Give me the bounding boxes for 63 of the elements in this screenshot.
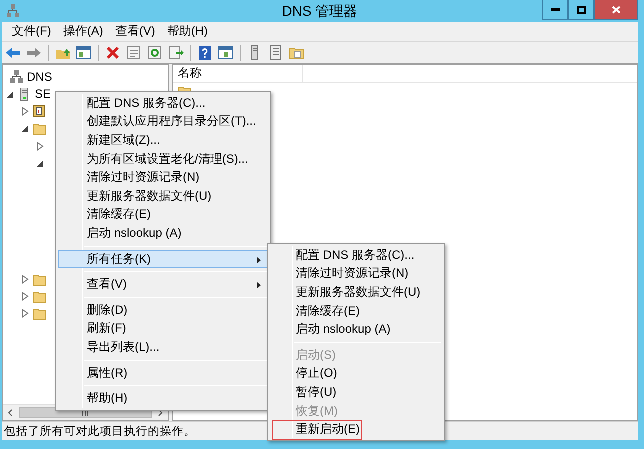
expanded-arrow-icon[interactable] <box>21 124 30 134</box>
collapsed-arrow-icon[interactable] <box>21 292 30 301</box>
window-icon[interactable] <box>218 44 234 60</box>
menu-item[interactable]: 刷新(F) <box>58 320 268 338</box>
menu-item[interactable]: 更新服务器数据文件(U) <box>270 283 442 302</box>
menu-item[interactable]: 帮助(H) <box>58 389 268 408</box>
menu-item[interactable]: 删除(D) <box>58 300 268 320</box>
menu-item[interactable]: 为所有区域设置老化/清理(S)... <box>58 150 268 168</box>
maximize-button[interactable] <box>568 0 594 20</box>
menu-item[interactable]: 启动 nslookup (A) <box>270 320 442 339</box>
menu-item[interactable]: 配置 DNS 服务器(C)... <box>270 246 442 265</box>
export-icon[interactable] <box>168 44 184 60</box>
collapsed-arrow-icon[interactable] <box>21 106 30 116</box>
close-icon <box>612 6 620 14</box>
menu-item[interactable]: 新建区域(Z)... <box>58 131 268 150</box>
server-icon <box>18 88 31 101</box>
menu-item[interactable]: 属性(R) <box>58 364 268 382</box>
folder-icon <box>33 307 46 320</box>
menu-item[interactable]: 停止(O) <box>270 364 442 384</box>
tree-item[interactable]: DNS <box>27 70 52 84</box>
log-icon <box>33 104 46 118</box>
folder-icon <box>33 290 46 303</box>
menu-item[interactable]: 清除过时资源记录(N) <box>58 168 268 187</box>
menu-item[interactable]: 更新服务器数据文件(U) <box>58 186 268 206</box>
collapsed-arrow-icon[interactable] <box>21 274 30 284</box>
menu-item[interactable]: 所有任务(K) <box>58 250 268 268</box>
menu-item[interactable]: 导出列表(L)... <box>58 338 268 357</box>
collapsed-arrow-icon[interactable] <box>21 309 30 318</box>
list-icon[interactable] <box>268 44 284 60</box>
menu-item[interactable]: 重新启动(E) <box>270 420 442 439</box>
minimize-button[interactable] <box>542 0 568 20</box>
close-button[interactable] <box>594 0 638 20</box>
refresh-icon[interactable] <box>147 44 163 60</box>
collapsed-arrow-icon[interactable] <box>36 142 45 151</box>
properties-icon[interactable] <box>126 44 142 60</box>
menu-item[interactable]: 清除过时资源记录(N) <box>270 264 442 284</box>
expanded-arrow-icon[interactable] <box>6 90 15 99</box>
status-text: 包括了所有可对此项目执行的操作。 <box>4 424 196 438</box>
menu-item[interactable]: 操作(A) <box>57 23 110 40</box>
menu-item[interactable]: 查看(V) <box>58 275 268 294</box>
console-tree-icon[interactable] <box>76 44 92 60</box>
menu-item[interactable]: 帮助(H) <box>161 23 214 40</box>
menu-item[interactable]: 启动 nslookup (A) <box>58 224 268 243</box>
server-tree-icon <box>6 4 20 18</box>
grip-icon <box>82 409 89 416</box>
window-title: DNS 管理器 <box>282 3 358 19</box>
folder-icon <box>33 272 46 286</box>
menu-item[interactable]: 清除缓存(E) <box>270 302 442 320</box>
column-header[interactable]: 名称 <box>173 64 303 82</box>
delete-icon[interactable] <box>105 44 121 60</box>
menu-item[interactable]: 查看(V) <box>109 23 162 40</box>
minimize-icon <box>550 8 560 11</box>
menu-item[interactable]: 配置 DNS 服务器(C)... <box>58 94 268 113</box>
menu-item[interactable]: 文件(F) <box>6 23 58 40</box>
tree-item[interactable]: SE <box>35 87 52 102</box>
menu-item[interactable]: 暂停(U) <box>270 383 442 402</box>
menu-item[interactable]: 创建默认应用程序目录分区(T)... <box>58 112 268 132</box>
expanded-arrow-icon[interactable] <box>36 159 45 168</box>
help-icon[interactable] <box>197 44 213 60</box>
maximize-icon <box>576 6 586 14</box>
network-icon <box>10 70 23 84</box>
folder-icon <box>33 122 46 136</box>
menu-item[interactable]: 清除缓存(E) <box>58 206 268 224</box>
